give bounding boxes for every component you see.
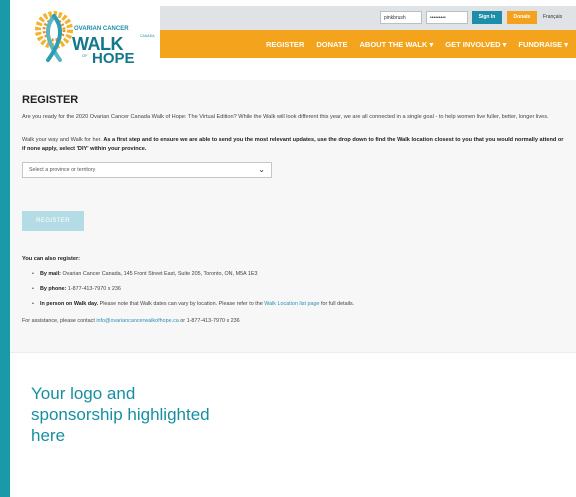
nav-item-about-the-walk[interactable]: ABOUT THE WALK ▾ <box>359 40 433 49</box>
option-label: By mail: <box>40 271 61 277</box>
walk-location-list-link[interactable]: Walk Location list page <box>264 301 319 307</box>
username-input[interactable] <box>380 11 422 24</box>
header-donate-button[interactable]: Donate <box>507 11 537 24</box>
instruction-bold-text: As a first step and to ensure we are abl… <box>22 137 564 152</box>
register-content: REGISTER Are you ready for the 2020 Ovar… <box>10 80 576 352</box>
also-register-heading: You can also register: <box>22 256 81 262</box>
option-text: Ovarian Cancer Canada, 145 Front Street … <box>60 271 258 277</box>
instruction-plain-text: Walk your way and Walk for her. <box>22 137 104 143</box>
option-text: Please note that Walk dates can vary by … <box>98 301 265 307</box>
main-nav: REGISTER DONATE ABOUT THE WALK ▾ GET INV… <box>160 30 576 58</box>
assist-email-link[interactable]: info@ovariancancerwalkofhope.ca <box>96 318 179 324</box>
logo-text-of: OF <box>82 53 88 58</box>
intro-paragraph: Are you ready for the 2020 Ovarian Cance… <box>22 114 549 120</box>
nav-item-get-involved[interactable]: GET INVOLVED ▾ <box>445 40 506 49</box>
webpage: OVARIAN CANCER CANADA WALK OF HOPE Sign … <box>10 0 576 497</box>
instruction-paragraph: Walk your way and Walk for her. As a fir… <box>22 136 567 154</box>
password-input[interactable] <box>426 11 468 24</box>
assist-prefix: For assistance, please contact <box>22 318 97 324</box>
nav-item-register[interactable]: REGISTER <box>266 40 304 49</box>
register-options-list: By mail: Ovarian Cancer Canada, 145 Fron… <box>32 271 562 316</box>
list-item-by-phone: By phone: 1-877-413-7970 x 236 <box>32 286 562 292</box>
option-label: By phone: <box>40 286 67 292</box>
province-select-value: Select a province or territory <box>29 167 96 173</box>
nav-item-fundraise[interactable]: FUNDRAISE ▾ <box>518 40 568 49</box>
assistance-line: For assistance, please contact info@ovar… <box>22 318 567 324</box>
option-text-after: for full details. <box>319 301 355 307</box>
logo-text-hope: HOPE <box>92 50 135 67</box>
register-button[interactable]: REGISTER <box>22 211 84 231</box>
chevron-down-icon: ⌄ <box>258 165 265 174</box>
language-toggle-link[interactable]: Français <box>543 11 562 24</box>
sponsor-promo: Your logo and sponsorship highlighted he… <box>10 352 576 497</box>
site-header: OVARIAN CANCER CANADA WALK OF HOPE Sign … <box>10 0 576 80</box>
login-bar: Sign In Donate Français <box>160 6 576 30</box>
assist-suffix: or 1-877-413-7970 x 236 <box>178 318 240 324</box>
logo-text-ovarian: OVARIAN CANCER <box>74 26 129 32</box>
option-text: 1-877-413-7970 x 236 <box>66 286 121 292</box>
logo-text-canada: CANADA <box>140 34 155 38</box>
page-title: REGISTER <box>22 94 79 106</box>
list-item-by-mail: By mail: Ovarian Cancer Canada, 145 Fron… <box>32 271 562 277</box>
nav-item-donate[interactable]: DONATE <box>316 40 347 49</box>
sign-in-button[interactable]: Sign In <box>472 11 502 24</box>
sponsor-promo-text: Your logo and sponsorship highlighted he… <box>31 384 210 445</box>
walk-of-hope-logo[interactable]: OVARIAN CANCER CANADA WALK OF HOPE <box>32 8 162 72</box>
list-item-in-person: In person on Walk day. Please note that … <box>32 301 562 307</box>
option-label: In person on Walk day. <box>40 301 99 307</box>
province-select[interactable]: Select a province or territory ⌄ <box>22 162 272 178</box>
